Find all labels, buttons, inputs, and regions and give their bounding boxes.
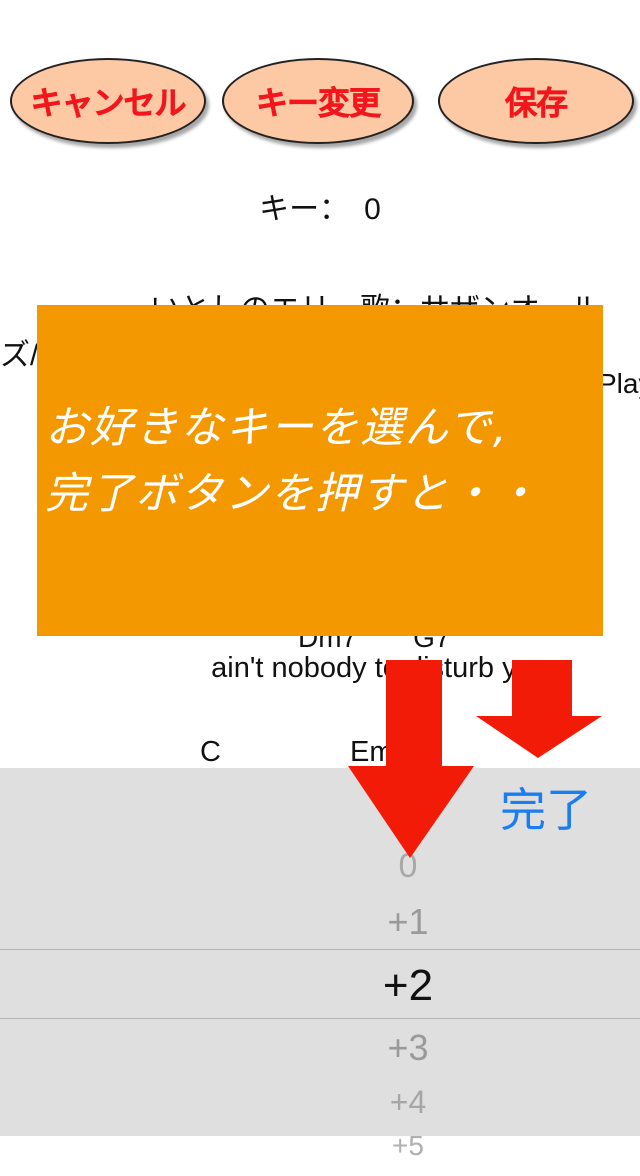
instruction-line-1: お好きなキーを選んで, — [45, 403, 509, 453]
picker-option-selected[interactable]: +2 — [0, 956, 640, 1016]
save-button-label: 保存 — [504, 84, 569, 123]
instruction-line-2: 完了ボタンを押すと・・ — [45, 469, 540, 519]
done-button[interactable]: 完了 — [500, 774, 592, 840]
save-button[interactable]: 保存 — [438, 58, 634, 144]
picker-option[interactable]: +3 — [0, 1018, 640, 1078]
key-change-button-label: キー変更 — [255, 84, 382, 123]
picker-option[interactable]: +1 — [0, 892, 640, 952]
cancel-button-label: キャンセル — [30, 84, 187, 123]
key-change-button[interactable]: キー変更 — [222, 58, 414, 144]
chord-c: C — [200, 736, 221, 768]
picker-option[interactable]: 0 — [0, 836, 640, 896]
arrow-down-icon — [348, 660, 474, 858]
picker-option[interactable]: +5 — [0, 1116, 640, 1176]
arrow-down-icon — [476, 660, 602, 758]
instruction-text: お好きなキーを選んで, 完了ボタンを押すと・・ — [45, 395, 605, 527]
instruction-overlay: お好きなキーを選んで, 完了ボタンを押すと・・ — [37, 305, 603, 636]
song-title-wrap: ズ/ — [0, 339, 39, 372]
picker-selection-top — [0, 949, 640, 950]
key-label: キー： 0 — [259, 193, 381, 226]
cancel-button[interactable]: キャンセル — [10, 58, 206, 144]
